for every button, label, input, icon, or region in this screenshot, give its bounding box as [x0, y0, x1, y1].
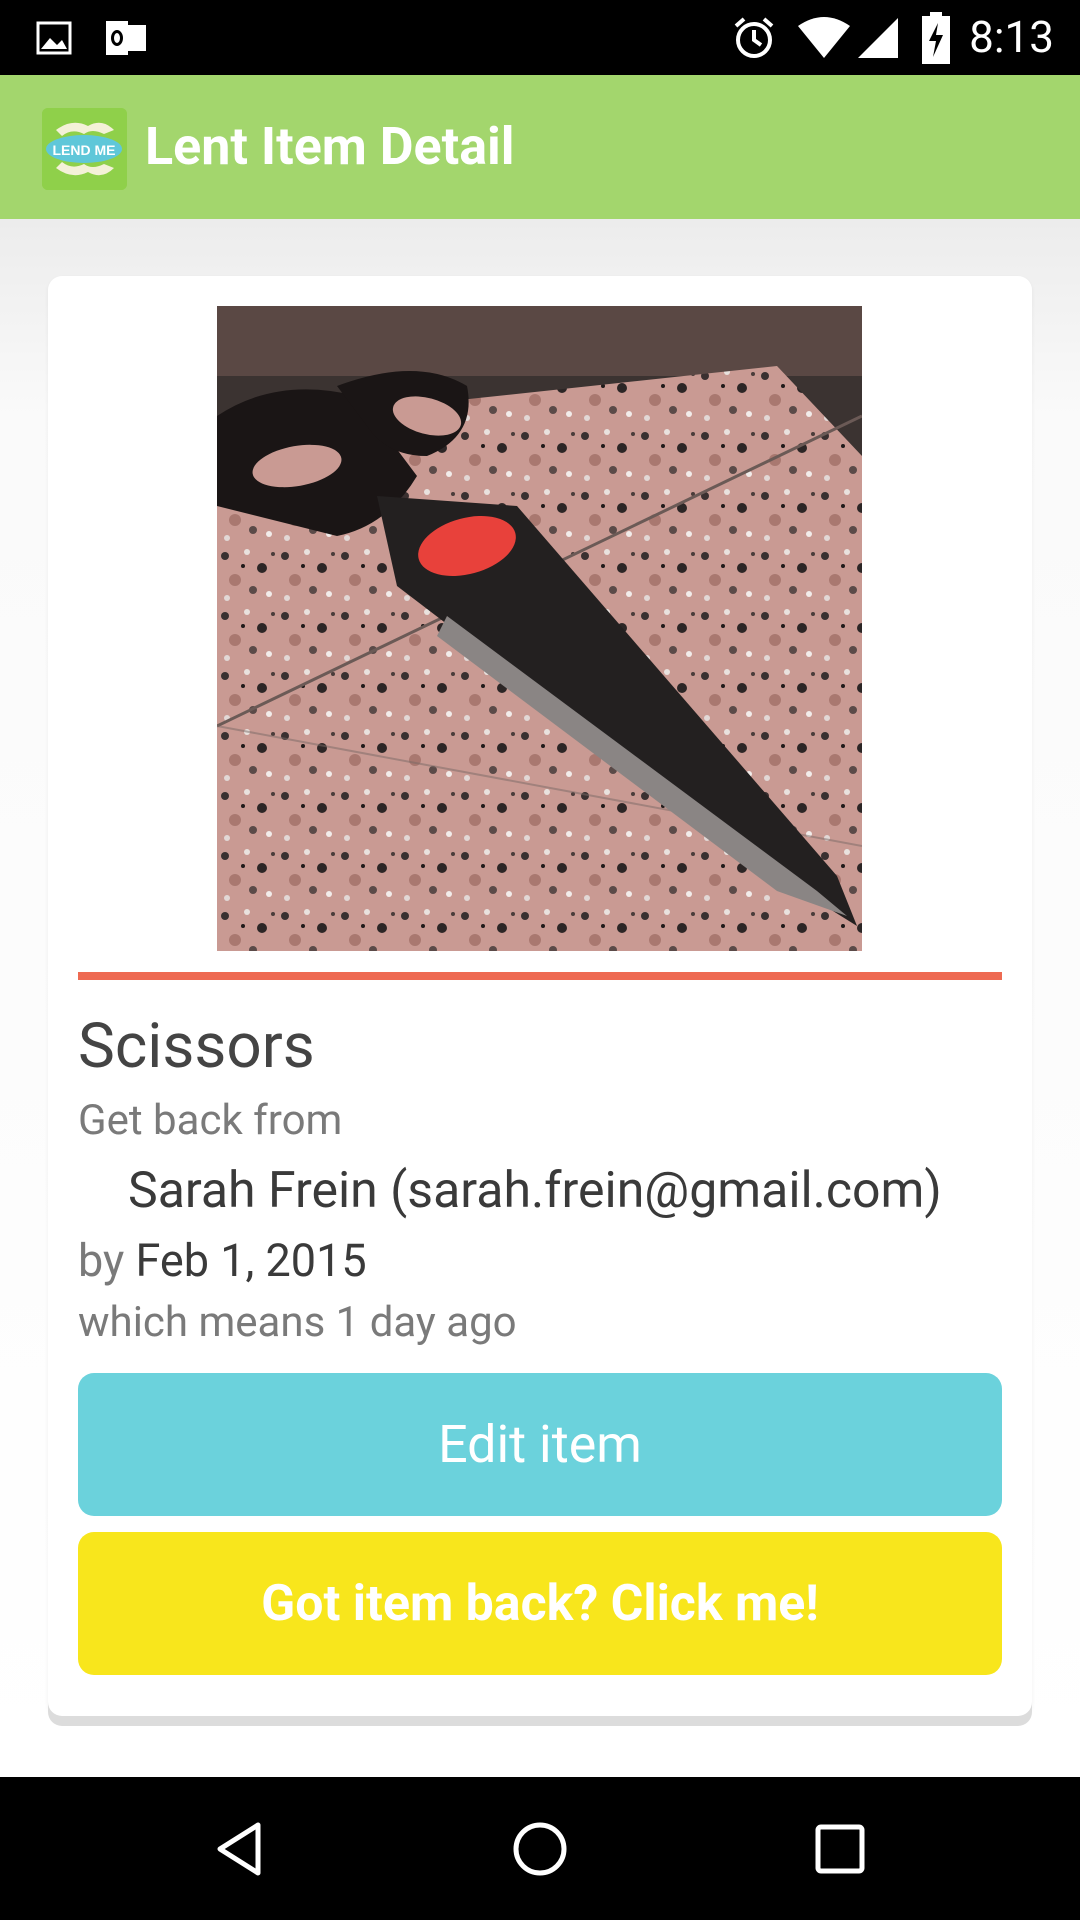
item-detail-card: Scissors Get back from Sarah Frein (sara…: [48, 276, 1032, 1716]
got-item-back-button[interactable]: Got item back? Click me!: [78, 1532, 1002, 1675]
app-bar: LEND ME Lent Item Detail: [0, 75, 1080, 219]
cell-signal-icon: [856, 0, 900, 75]
app-logo: LEND ME: [42, 108, 127, 190]
app-logo-text: LEND ME: [53, 142, 116, 158]
wifi-icon: [796, 0, 852, 75]
alarm-icon: [730, 0, 778, 75]
relative-time: which means 1 day ago: [78, 1298, 517, 1347]
status-time: 8:13: [969, 11, 1054, 63]
item-photo: [217, 306, 862, 951]
image-icon: [36, 0, 72, 75]
due-date-line: by Feb 1, 2015: [78, 1234, 367, 1287]
borrower-contact: Sarah Frein (sarah.frein@gmail.com): [128, 1162, 942, 1220]
divider: [78, 972, 1002, 980]
home-icon[interactable]: [470, 1777, 610, 1920]
edit-item-button[interactable]: Edit item: [78, 1373, 1002, 1516]
page-title: Lent Item Detail: [145, 116, 515, 177]
back-icon[interactable]: [170, 1777, 310, 1920]
outlook-icon: [104, 0, 148, 75]
get-back-label: Get back from: [78, 1096, 343, 1145]
item-name: Scissors: [78, 1010, 315, 1083]
status-bar: 8:13: [0, 0, 1080, 75]
navigation-bar: [0, 1777, 1080, 1920]
due-date: Feb 1, 2015: [135, 1234, 367, 1287]
recents-icon[interactable]: [770, 1777, 910, 1920]
by-label: by: [78, 1234, 125, 1287]
battery-charging-icon: [920, 0, 952, 75]
